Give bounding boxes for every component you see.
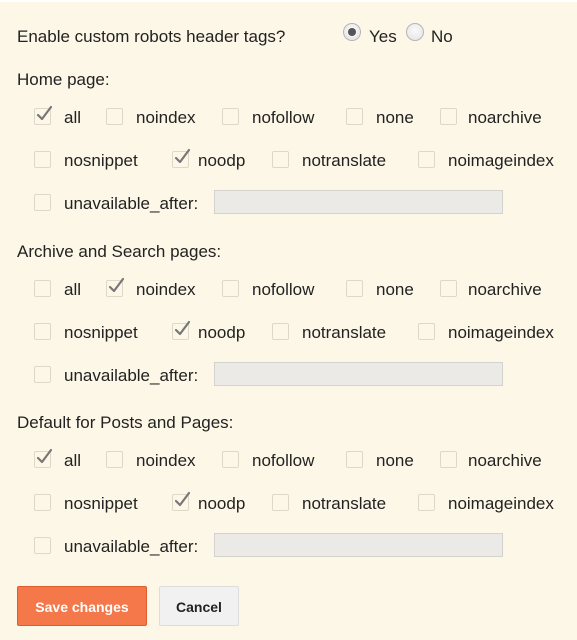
checkbox-noimageindex[interactable] [418,323,435,340]
checkbox-nofollow[interactable] [222,451,239,468]
checkbox-label[interactable]: notranslate [302,494,386,514]
checkbox-label[interactable]: noindex [136,280,196,300]
checkbox-nofollow[interactable] [222,280,239,297]
section-title: Default for Posts and Pages: [17,413,234,432]
unavailable-after-input[interactable] [214,190,503,214]
unavailable-after-input[interactable] [214,362,503,386]
checkbox-noindex[interactable] [106,108,123,125]
checkbox-noodp[interactable] [172,320,191,340]
checkbox-label[interactable]: noodp [198,323,245,343]
checkbox-notranslate[interactable] [272,323,289,340]
checkbox-noarchive[interactable] [440,451,457,468]
checkbox-notranslate[interactable] [272,494,289,511]
checkbox-label[interactable]: noimageindex [448,494,554,514]
checkbox-label[interactable]: nofollow [252,108,314,128]
checkbox-unavailable-after[interactable] [34,366,51,383]
section-title: Home page: [17,70,110,89]
checkmark-icon [36,448,53,464]
top-border [0,0,577,2]
checkbox-noodp[interactable] [172,491,191,511]
checkbox-label[interactable]: none [376,108,414,128]
checkbox-label[interactable]: noarchive [468,108,542,128]
checkbox-all[interactable] [34,105,53,125]
checkbox-nosnippet[interactable] [34,323,51,340]
checkbox-label[interactable]: none [376,280,414,300]
checkbox-noimageindex[interactable] [418,151,435,168]
radio-selected-dot [348,28,356,36]
checkbox-all[interactable] [34,448,53,468]
radio-yes-label[interactable]: Yes [369,27,397,47]
checkbox-label[interactable]: all [64,280,81,300]
checkbox-label[interactable]: nosnippet [64,323,138,343]
checkbox-label[interactable]: noodp [198,151,245,171]
checkmark-icon [174,320,191,336]
checkbox-noarchive[interactable] [440,280,457,297]
checkbox-label[interactable]: noarchive [468,280,542,300]
section-title: Archive and Search pages: [17,242,222,261]
checkbox-label[interactable]: nofollow [252,280,314,300]
checkbox-none[interactable] [346,108,363,125]
checkbox-label[interactable]: noindex [136,108,196,128]
checkbox-label[interactable]: notranslate [302,323,386,343]
checkbox-label[interactable]: noimageindex [448,151,554,171]
checkmark-icon [174,491,191,507]
checkbox-nosnippet[interactable] [34,151,51,168]
checkbox-nosnippet[interactable] [34,494,51,511]
checkmark-icon [174,148,191,164]
unavailable-after-input[interactable] [214,533,503,557]
radio-no-label[interactable]: No [431,27,453,47]
checkbox-all[interactable] [34,280,51,297]
checkmark-icon [36,105,53,121]
checkbox-unavailable-after[interactable] [34,537,51,554]
checkbox-label[interactable]: notranslate [302,151,386,171]
checkbox-none[interactable] [346,451,363,468]
unavailable-after-label[interactable]: unavailable_after: [64,537,198,557]
unavailable-after-label[interactable]: unavailable_after: [64,366,198,386]
checkbox-label[interactable]: noimageindex [448,323,554,343]
checkbox-noindex[interactable] [106,451,123,468]
checkbox-label[interactable]: all [64,108,81,128]
checkbox-noimageindex[interactable] [418,494,435,511]
radio-no[interactable] [406,23,424,41]
checkbox-noodp[interactable] [172,148,191,168]
checkbox-label[interactable]: noindex [136,451,196,471]
checkbox-label[interactable]: noarchive [468,451,542,471]
checkbox-label[interactable]: noodp [198,494,245,514]
checkbox-nofollow[interactable] [222,108,239,125]
checkbox-label[interactable]: nofollow [252,451,314,471]
checkbox-label[interactable]: all [64,451,81,471]
checkbox-label[interactable]: nosnippet [64,151,138,171]
checkmark-icon [108,277,125,293]
cancel-button[interactable]: Cancel [159,586,239,626]
checkbox-notranslate[interactable] [272,151,289,168]
enable-label: Enable custom robots header tags? [17,27,286,46]
checkbox-none[interactable] [346,280,363,297]
checkbox-noindex[interactable] [106,277,125,297]
save-changes-button[interactable]: Save changes [17,586,147,626]
checkbox-unavailable-after[interactable] [34,194,51,211]
checkbox-label[interactable]: nosnippet [64,494,138,514]
checkbox-label[interactable]: none [376,451,414,471]
unavailable-after-label[interactable]: unavailable_after: [64,194,198,214]
checkbox-noarchive[interactable] [440,108,457,125]
radio-yes[interactable] [343,23,361,41]
